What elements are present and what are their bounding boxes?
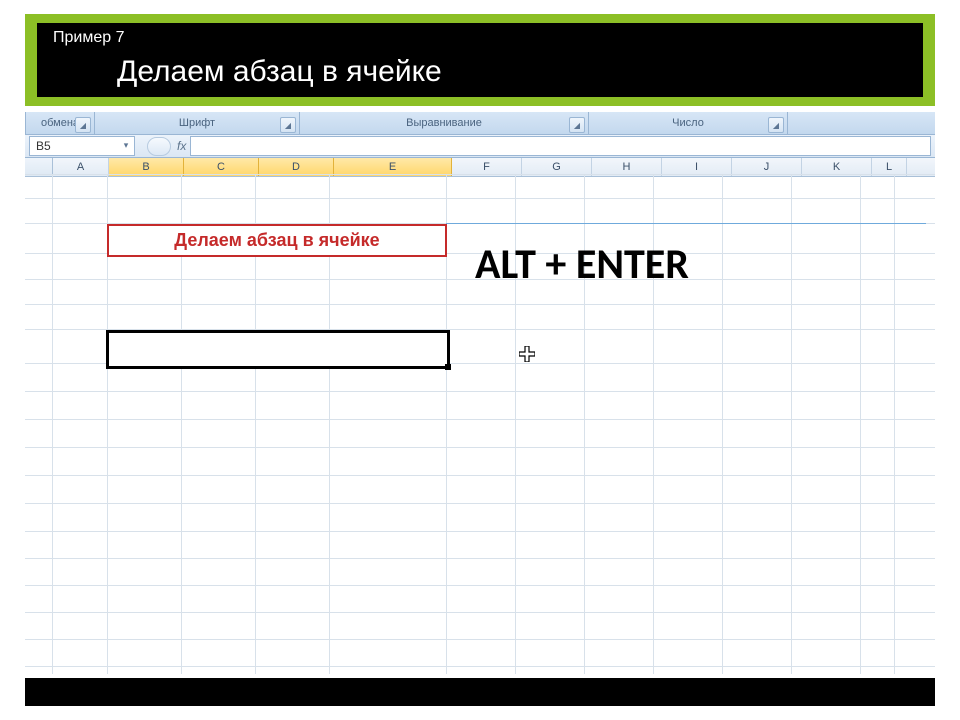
ribbon-group-number[interactable]: Число ◢ (589, 112, 788, 134)
active-cell[interactable] (106, 330, 450, 369)
dialog-launcher-icon[interactable]: ◢ (75, 117, 91, 133)
cancel-button[interactable] (147, 137, 171, 156)
dropdown-icon[interactable]: ▾ (120, 139, 132, 151)
dialog-launcher-icon[interactable]: ◢ (569, 117, 585, 133)
formula-bar: B5 ▾ fx (25, 135, 935, 158)
slide-footer-bar (25, 678, 935, 706)
name-box[interactable]: B5 ▾ (29, 136, 135, 156)
slide-title: Делаем абзац в ячейке (117, 55, 442, 89)
cell-border-decor (446, 223, 926, 224)
ribbon-group-clipboard[interactable]: обмена ◢ (25, 112, 95, 134)
formula-input[interactable] (190, 136, 931, 156)
ribbon-groups: обмена ◢ Шрифт ◢ Выравнивание ◢ Число ◢ (25, 112, 935, 135)
slide-title-bar: Пример 7 Делаем абзац в ячейке (25, 14, 935, 106)
excel-toolbar: обмена ◢ Шрифт ◢ Выравнивание ◢ Число ◢ … (25, 112, 935, 177)
merged-cell-red[interactable]: Делаем абзац в ячейке (107, 224, 447, 257)
dialog-launcher-icon[interactable]: ◢ (768, 117, 784, 133)
fill-handle[interactable] (445, 364, 451, 370)
ribbon-group-alignment[interactable]: Выравнивание ◢ (300, 112, 589, 134)
merged-cell-text: Делаем абзац в ячейке (174, 230, 379, 251)
ribbon-group-font[interactable]: Шрифт ◢ (95, 112, 300, 134)
hint-text: ALT + ENTER (475, 239, 689, 290)
name-box-value: B5 (36, 139, 51, 153)
excel-plus-cursor-icon (519, 346, 535, 362)
spreadsheet-grid[interactable]: Делаем абзац в ячейке ALT + ENTER (25, 174, 935, 674)
fx-icon[interactable]: fx (177, 139, 186, 153)
dialog-launcher-icon[interactable]: ◢ (280, 117, 296, 133)
example-number: Пример 7 (53, 29, 124, 47)
